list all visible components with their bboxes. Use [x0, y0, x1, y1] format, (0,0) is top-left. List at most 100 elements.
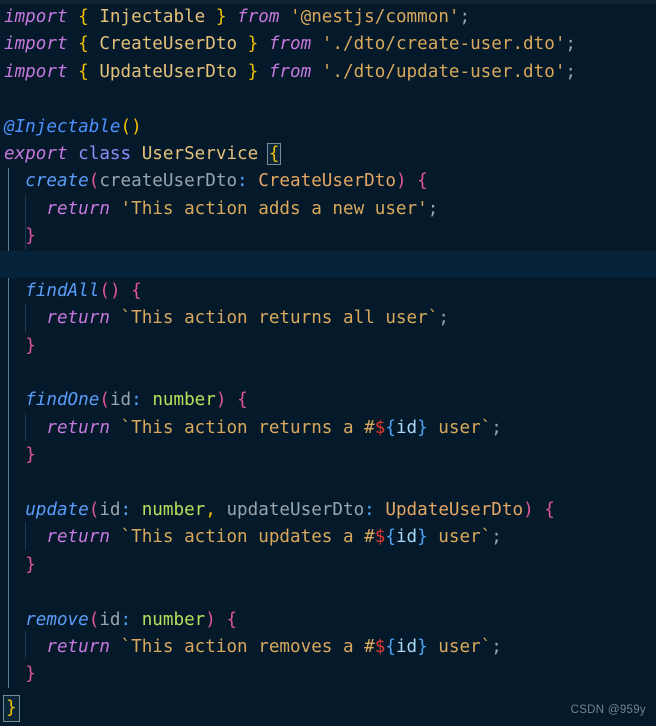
code-line[interactable]: import { CreateUserDto } from './dto/cre…	[0, 31, 656, 58]
code-line-blank[interactable]	[0, 470, 656, 497]
token-type-number: number	[141, 609, 206, 630]
code-line[interactable]: findAll() {	[0, 278, 656, 305]
code-line-blank[interactable]	[0, 360, 656, 387]
code-line[interactable]: update(id: number, updateUserDto: Update…	[0, 497, 656, 524]
code-line[interactable]: return `This action updates a #${id} use…	[0, 524, 656, 551]
token-semicolon: ;	[565, 61, 577, 82]
token-interpolation-id: id	[395, 636, 418, 657]
token-method-remove: remove	[25, 609, 89, 630]
token-template-string-all: `This action returns all user`	[120, 308, 439, 329]
token-template-string-suffix: user`	[427, 527, 492, 548]
code-line[interactable]: return `This action returns a #${id} use…	[0, 415, 656, 442]
code-line-blank[interactable]	[0, 86, 656, 113]
token-method-find-all: findAll	[25, 280, 100, 301]
token-brace-open: {	[385, 636, 396, 657]
token-keyword-from: from	[237, 7, 280, 27]
code-line[interactable]: }	[0, 442, 656, 469]
token-paren-close: )	[215, 390, 227, 411]
token-method-update: update	[25, 500, 89, 521]
code-line[interactable]: }	[0, 223, 656, 250]
code-line[interactable]: }	[0, 661, 656, 688]
token-brace-close: }	[247, 61, 259, 82]
token-paren-open: (	[120, 116, 132, 137]
code-line[interactable]: }	[0, 689, 656, 722]
bracket-match-close: }	[3, 694, 20, 722]
bracket-match-open: {	[266, 142, 282, 165]
token-semicolon: ;	[491, 527, 502, 548]
code-line[interactable]: }	[0, 552, 656, 579]
code-line-current[interactable]	[0, 250, 656, 278]
code-line[interactable]: return `This action returns all user`;	[0, 305, 656, 332]
token-semicolon: ;	[565, 34, 577, 55]
token-keyword-from: from	[268, 61, 312, 82]
token-param-id: id	[99, 500, 121, 521]
token-param-id: id	[99, 609, 121, 630]
token-keyword-return: return	[46, 417, 110, 438]
code-line[interactable]: @Injectable()	[0, 114, 656, 141]
token-brace-close: }	[417, 527, 428, 548]
token-brace-open: {	[78, 34, 89, 55]
code-line[interactable]: return `This action removes a #${id} use…	[0, 634, 656, 661]
token-paren-open: (	[88, 609, 100, 630]
token-paren-open: (	[88, 500, 100, 521]
token-keyword-return: return	[46, 527, 110, 548]
token-brace-close: }	[417, 417, 428, 438]
token-keyword-import: import	[4, 7, 68, 27]
code-line[interactable]: }	[0, 333, 656, 360]
token-method-create: create	[25, 171, 89, 192]
code-line[interactable]: import { Injectable } from '@nestjs/comm…	[0, 4, 656, 31]
code-line[interactable]: return 'This action adds a new user';	[0, 196, 656, 223]
token-colon: :	[131, 390, 142, 411]
token-interpolation-id: id	[395, 417, 418, 438]
token-brace-open: {	[78, 61, 89, 82]
code-line-blank[interactable]	[0, 579, 656, 606]
token-paren-close: )	[109, 280, 121, 301]
token-hash: #	[364, 417, 375, 438]
token-paren-close: )	[205, 609, 216, 630]
token-brace-close: }	[215, 7, 227, 27]
token-module-path: './dto/create-user.dto'	[321, 34, 566, 55]
token-brace-open: {	[131, 280, 142, 301]
token-paren-open: (	[99, 390, 110, 411]
token-semicolon: ;	[459, 7, 471, 27]
token-brace-close: }	[25, 335, 36, 356]
code-line[interactable]: findOne(id: number) {	[0, 387, 656, 414]
code-line[interactable]: create(createUserDto: CreateUserDto) {	[0, 168, 656, 195]
token-class-name: UserService	[141, 143, 259, 164]
token-type-number: number	[152, 390, 216, 411]
code-content[interactable]: import { Injectable } from '@nestjs/comm…	[0, 4, 656, 722]
code-line[interactable]: remove(id: number) {	[0, 607, 656, 634]
token-param-update-user-dto: updateUserDto	[226, 500, 365, 521]
token-module-path: './dto/update-user.dto'	[321, 61, 566, 82]
code-line[interactable]: export class UserService {	[0, 141, 656, 168]
code-line[interactable]: import { UpdateUserDto } from './dto/upd…	[0, 59, 656, 86]
token-keyword-export: export	[4, 143, 68, 164]
csdn-watermark: CSDN @959y	[570, 704, 646, 716]
code-editor[interactable]: import { Injectable } from '@nestjs/comm…	[0, 0, 656, 726]
token-import-update-user-dto: UpdateUserDto	[99, 61, 238, 82]
token-colon: :	[120, 500, 132, 521]
token-semicolon: ;	[438, 308, 449, 329]
